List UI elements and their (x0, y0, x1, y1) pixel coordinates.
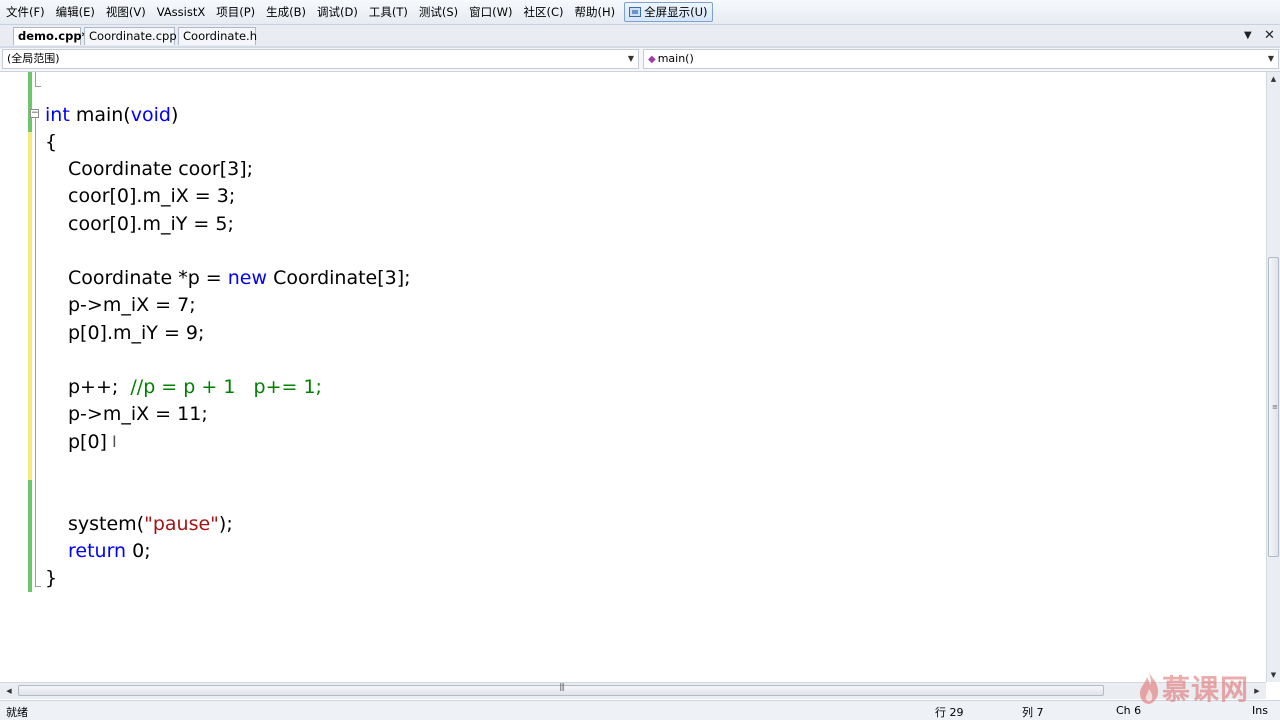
code-line: coor[0].m_iX = 3; (68, 185, 236, 207)
menu-vassistx[interactable]: VAssistX (152, 1, 211, 23)
menu-view[interactable]: 视图(V) (101, 1, 151, 23)
scroll-thumb[interactable]: ||| (18, 682, 1104, 696)
menu-help[interactable]: 帮助(H) (570, 1, 621, 23)
unsaved-lines-marker (28, 132, 32, 480)
status-ready: 就绪 (6, 706, 28, 719)
menu-file[interactable]: 文件(F) (1, 1, 50, 23)
function-dropdown[interactable]: ◆ main() ▼ (643, 49, 1279, 69)
scroll-right-icon[interactable]: ▶ (1250, 683, 1264, 699)
code-line: p[0] (68, 431, 107, 453)
watermark-text: 慕课网 (1162, 673, 1250, 706)
scroll-up-icon[interactable]: ▲ (1267, 72, 1280, 86)
status-mode: Ins (1252, 704, 1268, 717)
code-line: { (45, 131, 58, 153)
fullscreen-label: 全屏显示(U) (644, 5, 708, 19)
text-cursor-icon: I (112, 432, 117, 451)
scope-dropdown[interactable]: (全局范围) ▼ (2, 49, 639, 69)
menu-project[interactable]: 项目(P) (211, 1, 260, 23)
tab-coordinate-h[interactable]: Coordinate.h (178, 27, 257, 45)
chevron-down-icon: ▼ (627, 54, 634, 63)
window-icon (629, 7, 642, 17)
code-line: Coordinate *p = new Coordinate[3]; (68, 267, 411, 289)
code-line: int main(void) (45, 104, 179, 126)
document-tab-bar: demo.cpp* Coordinate.cpp Coordinate.h ▼ … (0, 25, 1280, 48)
scroll-down-icon[interactable]: ▼ (1267, 668, 1280, 682)
menu-test[interactable]: 测试(S) (414, 1, 463, 23)
changed-lines-marker (28, 480, 32, 592)
menu-build[interactable]: 生成(B) (261, 1, 311, 23)
method-icon: ◆ (648, 54, 656, 65)
watermark-logo: 慕课网 (1138, 668, 1249, 708)
menu-window[interactable]: 窗口(W) (464, 1, 517, 23)
scroll-left-icon[interactable]: ◀ (2, 683, 16, 699)
code-line: p++; //p = p + 1 p+= 1; (68, 376, 322, 398)
status-bar: 就绪 行 29 列 7 Ch 6 Ins (0, 700, 1280, 720)
grip-icon: ||| (559, 682, 565, 691)
code-line: system("pause"); (68, 513, 233, 535)
chevron-down-icon[interactable]: ▼ (1244, 27, 1252, 44)
code-line: p->m_iX = 7; (68, 294, 196, 316)
tab-coordinate-cpp[interactable]: Coordinate.cpp (84, 27, 177, 45)
outline-guide (35, 86, 41, 87)
vertical-scrollbar[interactable]: ▲ ≡ ▼ (1266, 72, 1280, 682)
outline-guide (35, 586, 41, 587)
grip-icon: ≡ (1272, 403, 1278, 411)
outline-guide (35, 118, 36, 586)
tab-demo-cpp[interactable]: demo.cpp* (13, 27, 88, 45)
scroll-thumb[interactable]: ≡ (1268, 257, 1279, 557)
outline-guide (35, 72, 36, 86)
menu-debug[interactable]: 调试(D) (312, 1, 363, 23)
code-line: Coordinate coor[3]; (68, 158, 254, 180)
scope-label: (全局范围) (7, 52, 60, 65)
menu-community[interactable]: 社区(C) (519, 1, 569, 23)
code-editor[interactable]: − int main(void) { Coordinate coor[3]; c… (0, 72, 1266, 682)
menu-edit[interactable]: 编辑(E) (51, 1, 100, 23)
code-line: coor[0].m_iY = 5; (68, 213, 234, 235)
menu-bar: 文件(F) 编辑(E) 视图(V) VAssistX 项目(P) 生成(B) 调… (0, 0, 1280, 25)
chevron-down-icon: ▼ (1267, 54, 1274, 63)
code-line: } (45, 567, 58, 589)
horizontal-scrollbar[interactable]: ◀ ||| ▶ (0, 682, 1266, 699)
menu-tools[interactable]: 工具(T) (364, 1, 413, 23)
status-row: 行 29 (935, 706, 964, 719)
fullscreen-button[interactable]: 全屏显示(U) (624, 2, 713, 22)
navigation-bar: (全局范围) ▼ ◆ main() ▼ (0, 48, 1280, 72)
close-icon[interactable]: ✕ (1264, 27, 1275, 44)
code-line: return 0; (68, 540, 151, 562)
code-line: p[0].m_iY = 9; (68, 322, 205, 344)
code-line: p->m_iX = 11; (68, 403, 208, 425)
collapse-icon[interactable]: − (30, 109, 39, 118)
flame-icon (1140, 672, 1159, 704)
function-label: main() (657, 52, 694, 65)
changed-lines-marker (28, 72, 32, 132)
status-column: 列 7 (1022, 706, 1044, 719)
